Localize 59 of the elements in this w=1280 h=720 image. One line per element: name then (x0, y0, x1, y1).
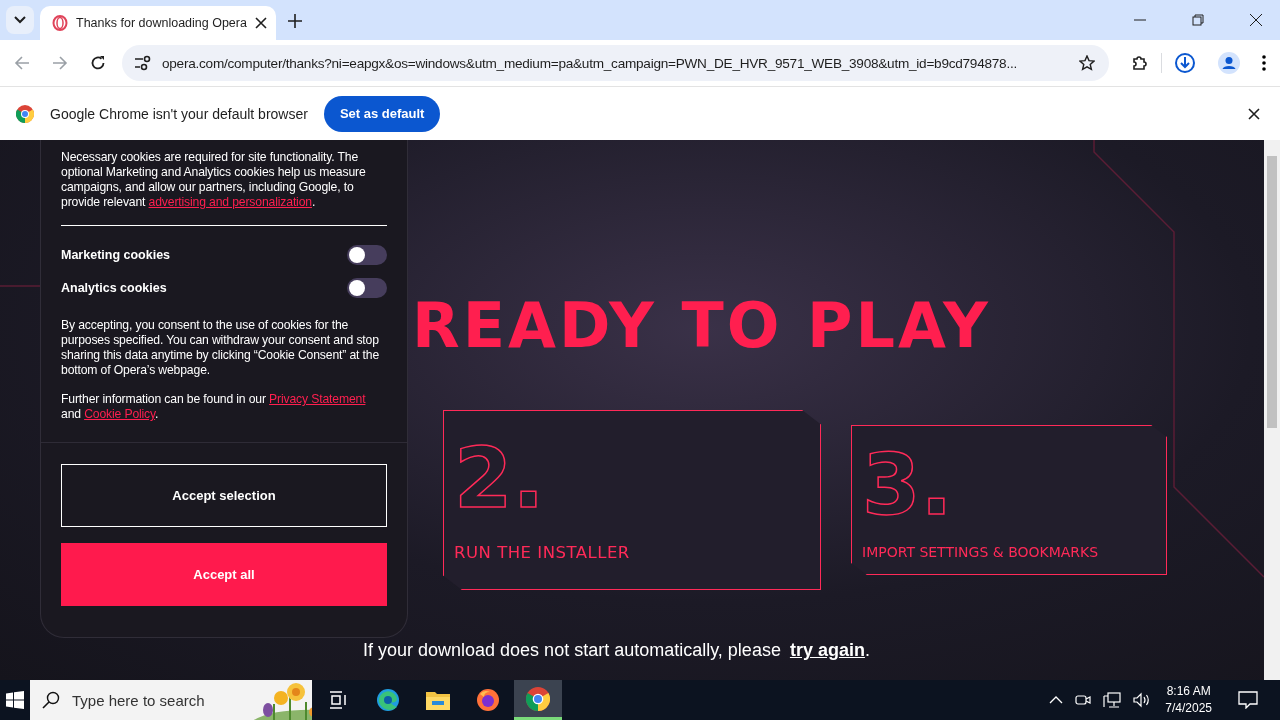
step-number: 2. (454, 433, 545, 523)
close-icon[interactable] (254, 17, 267, 29)
reload-icon[interactable] (90, 55, 106, 71)
set-default-button[interactable]: Set as default (323, 95, 441, 132)
search-icon (42, 691, 60, 709)
wave-logo-icon (376, 688, 400, 712)
extensions-icon[interactable] (1131, 54, 1149, 72)
chevron-up-icon[interactable] (1049, 696, 1064, 704)
cookie-intro-text: Necessary cookies are required for site functionality. The optional Marketing and Analytics cookies help us measure campaigns, and allow our partners, including Google, to provide relevant advertising and personalization. (61, 150, 367, 210)
back-icon[interactable] (14, 55, 30, 71)
profile-icon[interactable] (1218, 52, 1240, 74)
star-icon[interactable] (1079, 55, 1095, 71)
restore-icon[interactable] (1192, 14, 1204, 26)
step-label: RUN THE INSTALLER (454, 543, 631, 562)
close-icon[interactable] (1250, 14, 1262, 26)
taskbar-app[interactable] (514, 680, 562, 720)
camera-icon[interactable] (1075, 692, 1092, 708)
toggle-switch[interactable] (347, 277, 387, 298)
network-icon[interactable] (1103, 692, 1122, 708)
chevron-down-icon (14, 16, 26, 24)
folder-icon (426, 690, 450, 710)
close-icon[interactable] (1248, 107, 1260, 120)
infobar-message: Google Chrome isn't your default browser (50, 105, 308, 122)
site-settings-icon[interactable] (134, 55, 152, 71)
consent-text: By accepting, you consent to the use of cookies for the purposes specified. You can withdraw your consent and stop sharing this data anytime by clicking “Cookie Consent” at the bottom of Opera’s webpage. (61, 318, 381, 378)
new-tab-icon[interactable] (288, 14, 302, 28)
step-number: 3. (862, 440, 953, 530)
fox-logo-icon (476, 688, 500, 712)
hero-title: READY TO PLAY (412, 290, 992, 362)
date-text: 7/4/2025 (1165, 700, 1212, 717)
ring-logo-icon (52, 15, 68, 31)
notification-icon[interactable] (1238, 691, 1258, 709)
privacy-link[interactable]: Privacy Statement (269, 392, 366, 406)
accept-all-button[interactable]: Accept all (61, 543, 387, 606)
taskbar-search-box[interactable]: Type here to search (30, 680, 312, 720)
try-again-link[interactable]: try again (789, 640, 865, 660)
volume-icon[interactable] (1133, 692, 1152, 708)
forward-icon[interactable] (52, 55, 68, 71)
browser-tab[interactable]: Thanks for downloading Opera (40, 6, 276, 40)
task-view-icon (328, 691, 348, 709)
address-bar[interactable]: opera.com/computer/thanks?ni=eapgx&os=windows&utm_medium=pa&utm_campaign=PWN_DE_HVR_9571_WEB_3908&utm_id=b9cd794878... (122, 45, 1109, 81)
menu-icon[interactable] (1262, 55, 1266, 71)
taskbar-search-field[interactable]: Type here to search (70, 690, 244, 710)
advertising-link[interactable]: advertising and personalization (148, 195, 312, 209)
time-text: 8:16 AM (1166, 683, 1211, 700)
download-hint-text: If your download does not start automatically, please try again. (363, 640, 871, 661)
step-label: IMPORT SETTINGS & BOOKMARKS (862, 544, 1100, 560)
toggle-switch[interactable] (347, 244, 387, 265)
toggle-label: Analytics cookies (61, 280, 167, 295)
clock[interactable]: 8:16 AM 7/4/2025 (1165, 683, 1212, 717)
toggle-label: Marketing cookies (61, 247, 171, 262)
download-icon[interactable] (1174, 52, 1196, 74)
tab-search-button[interactable] (6, 6, 34, 34)
windows-start-icon[interactable] (6, 691, 24, 709)
chrome-logo-icon (16, 104, 34, 123)
further-info-text: Further information can be found in our Privacy Statement and Cookie Policy. (61, 392, 367, 422)
chrome-logo-icon (526, 686, 550, 711)
accept-selection-button[interactable]: Accept selection (61, 464, 387, 527)
scrollbar[interactable] (1264, 140, 1280, 680)
